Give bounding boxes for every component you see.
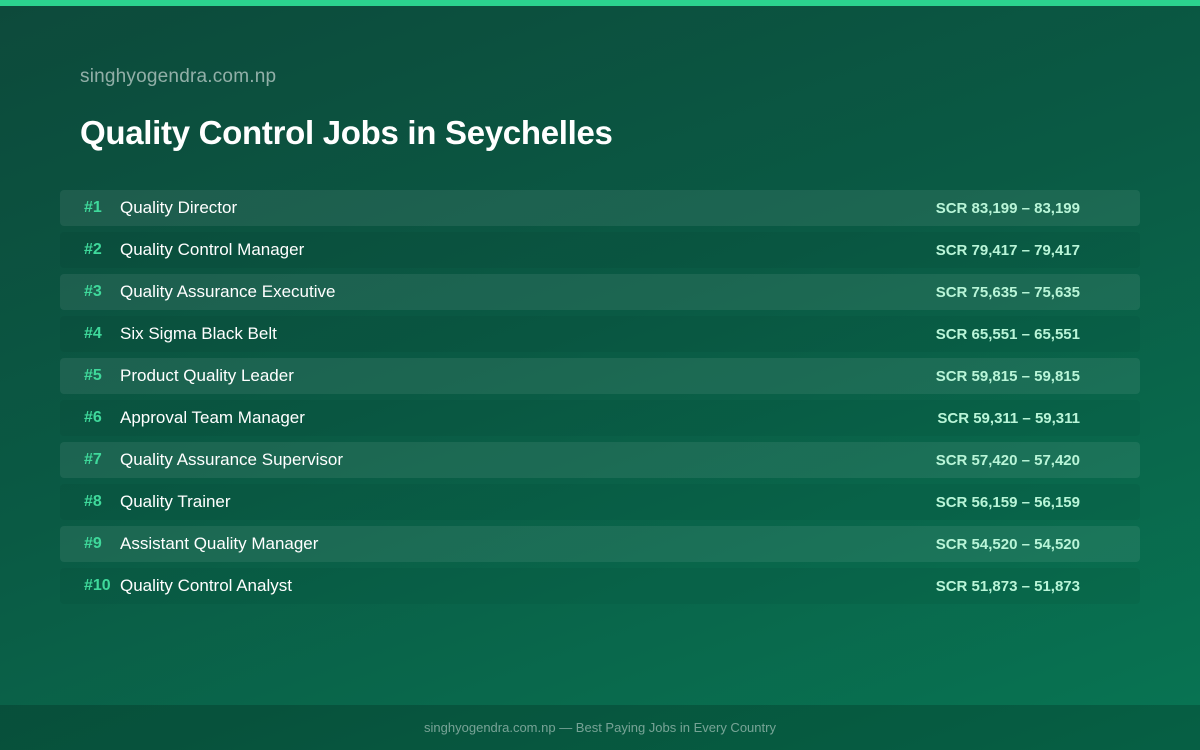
job-row: #10 Quality Control Analyst SCR 51,873 –… — [60, 568, 1140, 604]
page-title: Quality Control Jobs in Seychelles — [80, 114, 613, 151]
job-rank: #6 — [84, 409, 102, 426]
job-salary: SCR 83,199 – 83,199 — [935, 199, 1080, 217]
job-salary: SCR 59,311 – 59,311 — [937, 409, 1080, 427]
job-rank: #1 — [84, 199, 102, 216]
job-title: Assistant Quality Manager — [120, 534, 319, 553]
job-salary: SCR 57,420 – 57,420 — [935, 451, 1080, 469]
job-salary: SCR 79,417 – 79,417 — [935, 241, 1080, 259]
job-row: #2 Quality Control Manager SCR 79,417 – … — [60, 232, 1140, 268]
job-title: Quality Assurance Executive — [120, 282, 336, 301]
job-rank: #8 — [84, 493, 102, 510]
job-row: #5 Product Quality Leader SCR 59,815 – 5… — [60, 358, 1140, 394]
job-salary: SCR 65,551 – 65,551 — [935, 325, 1080, 343]
job-title: Approval Team Manager — [120, 408, 305, 427]
footer: singhyogendra.com.np — Best Paying Jobs … — [0, 705, 1200, 750]
job-row: #8 Quality Trainer SCR 56,159 – 56,159 — [60, 484, 1140, 520]
job-title: Quality Control Manager — [120, 240, 305, 259]
job-salary: SCR 51,873 – 51,873 — [935, 577, 1080, 595]
job-salary: SCR 75,635 – 75,635 — [935, 283, 1080, 301]
job-row: #4 Six Sigma Black Belt SCR 65,551 – 65,… — [60, 316, 1140, 352]
job-row: #6 Approval Team Manager SCR 59,311 – 59… — [60, 400, 1140, 436]
job-rank: #3 — [84, 283, 102, 300]
job-salary: SCR 56,159 – 56,159 — [935, 493, 1080, 511]
job-title: Quality Assurance Supervisor — [120, 450, 343, 469]
top-accent-bar — [0, 0, 1200, 6]
job-rank: #4 — [84, 325, 102, 342]
job-rank: #5 — [84, 367, 102, 384]
job-rank: #2 — [84, 241, 102, 258]
job-title: Quality Control Analyst — [120, 576, 292, 595]
job-list: #1 Quality Director SCR 83,199 – 83,199 … — [60, 190, 1140, 610]
job-row: #7 Quality Assurance Supervisor SCR 57,4… — [60, 442, 1140, 478]
job-title: Product Quality Leader — [120, 366, 294, 385]
job-salary: SCR 59,815 – 59,815 — [935, 367, 1080, 385]
job-rank: #7 — [84, 451, 102, 468]
job-row: #9 Assistant Quality Manager SCR 54,520 … — [60, 526, 1140, 562]
job-title: Quality Trainer — [120, 492, 231, 511]
site-name: singhyogendra.com.np — [80, 66, 277, 87]
job-rank: #9 — [84, 535, 102, 552]
job-rank: #10 — [84, 577, 111, 594]
job-salary: SCR 54,520 – 54,520 — [935, 535, 1080, 553]
footer-text: singhyogendra.com.np — Best Paying Jobs … — [424, 720, 776, 735]
job-row: #3 Quality Assurance Executive SCR 75,63… — [60, 274, 1140, 310]
job-title: Six Sigma Black Belt — [120, 324, 277, 343]
job-row: #1 Quality Director SCR 83,199 – 83,199 — [60, 190, 1140, 226]
job-title: Quality Director — [120, 198, 238, 217]
